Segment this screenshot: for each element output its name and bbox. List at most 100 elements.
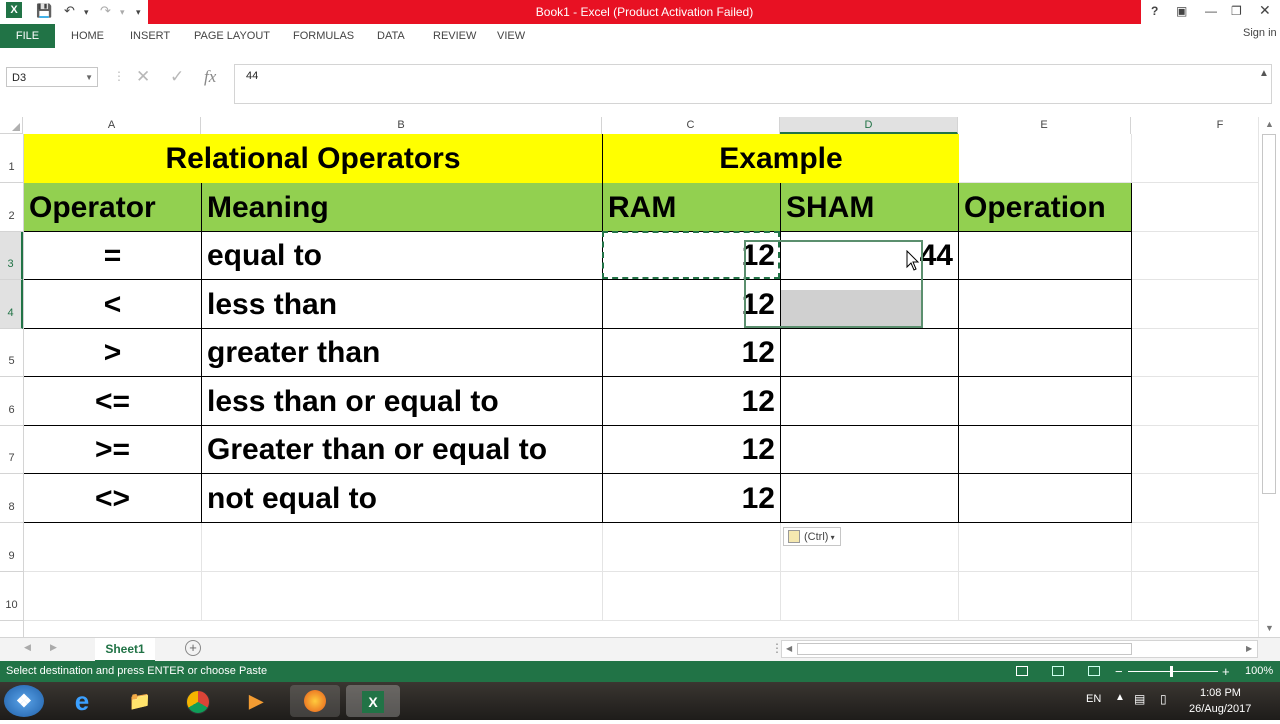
language-indicator[interactable]: EN [1086,693,1101,705]
paste-options-button[interactable]: (Ctrl) ▾ [783,527,841,546]
enter-icon[interactable]: ✓ [170,67,184,87]
tab-home[interactable]: HOME [71,24,104,48]
redo-dropdown-icon[interactable]: ▾ [120,7,125,18]
scroll-left-icon[interactable]: ◀ [786,644,792,653]
tab-file[interactable]: FILE [0,24,55,48]
formula-input[interactable]: 44 [234,64,1272,104]
operation-cell[interactable] [959,329,1132,377]
minimize-icon[interactable]: — [1205,4,1217,18]
next-sheet-icon[interactable]: ▶ [50,642,57,653]
cell-f5[interactable] [1132,329,1258,377]
operator-cell[interactable]: <> [24,474,202,523]
column-header-e[interactable]: E [958,117,1131,134]
operation-cell[interactable] [959,280,1132,329]
zoom-slider[interactable] [1128,671,1218,672]
cell-f7[interactable] [1132,426,1258,474]
meaning-cell[interactable]: less than [202,280,603,329]
file-explorer-icon[interactable]: 📁 [120,685,160,717]
name-box-dropdown-icon[interactable]: ▼ [85,68,93,88]
show-hidden-icons-icon[interactable]: ▲ [1115,692,1125,703]
internet-explorer-icon[interactable]: e [62,685,102,717]
tab-review[interactable]: REVIEW [433,24,476,48]
worksheet-grid[interactable]: Relational Operators Example Operator Me… [24,134,1258,637]
row-header-2[interactable]: 2 [0,183,23,232]
collapse-formula-bar-icon[interactable]: ▲ [1259,68,1269,79]
firefox-icon[interactable] [290,685,340,717]
sham-cell[interactable] [781,329,959,377]
scroll-up-icon[interactable]: ▲ [1265,119,1274,129]
page-break-view-icon[interactable] [1088,666,1100,676]
cell-e10[interactable] [959,572,1132,621]
operation-cell[interactable] [959,426,1132,474]
row-header-4[interactable]: 4 [0,280,23,329]
operation-cell[interactable] [959,377,1132,426]
undo-dropdown-icon[interactable]: ▾ [84,7,89,18]
row-header-10[interactable]: 10 [0,572,23,621]
horizontal-scrollbar[interactable]: ◀ ▶ [781,640,1258,658]
restore-icon[interactable]: ❐ [1231,4,1242,18]
cell-f3[interactable] [1132,232,1258,280]
cell-f1[interactable] [1132,134,1258,183]
media-player-icon[interactable]: ▶ [236,685,276,717]
ribbon-display-icon[interactable]: ▣ [1176,4,1187,18]
clock-date[interactable]: 26/Aug/2017 [1189,703,1251,715]
undo-icon[interactable]: ↶ [64,3,75,19]
cell-e1[interactable] [959,134,1132,183]
save-icon[interactable]: 💾 [36,3,52,19]
zoom-in-icon[interactable]: + [1222,661,1230,682]
insert-function-icon[interactable]: fx [204,67,216,87]
meaning-cell[interactable]: Greater than or equal to [202,426,603,474]
cell-f8[interactable] [1132,474,1258,523]
page-layout-view-icon[interactable] [1052,666,1064,676]
battery-icon[interactable]: ▯ [1160,692,1167,706]
ram-cell[interactable]: 12 [603,426,781,474]
cell-a10[interactable] [24,572,202,621]
operator-cell[interactable]: <= [24,377,202,426]
cell-c10[interactable] [603,572,781,621]
header-sham-cell[interactable]: SHAM [781,183,959,232]
header-ram-cell[interactable]: RAM [603,183,781,232]
ram-cell[interactable]: 12 [603,329,781,377]
close-icon[interactable]: ✕ [1259,2,1271,19]
help-icon[interactable]: ? [1151,4,1158,18]
header-operation-cell[interactable]: Operation [959,183,1132,232]
operator-cell[interactable]: < [24,280,202,329]
scroll-down-icon[interactable]: ▼ [1265,623,1274,633]
column-header-b[interactable]: B [201,117,602,134]
operation-cell[interactable] [959,474,1132,523]
cell-a9[interactable] [24,523,202,572]
new-sheet-icon[interactable]: + [185,640,201,656]
scroll-right-icon[interactable]: ▶ [1246,644,1252,653]
tab-data[interactable]: DATA [377,24,405,48]
cell-f6[interactable] [1132,377,1258,426]
cell-b9[interactable] [202,523,603,572]
operator-cell[interactable]: > [24,329,202,377]
header-example-cell[interactable]: Example [603,134,959,183]
cell-e9[interactable] [959,523,1132,572]
cell-f2[interactable] [1132,183,1258,232]
normal-view-icon[interactable] [1016,666,1028,676]
prev-sheet-icon[interactable]: ◀ [24,642,31,653]
tab-page-layout[interactable]: PAGE LAYOUT [194,24,270,48]
operation-cell[interactable] [959,232,1132,280]
tab-insert[interactable]: INSERT [130,24,170,48]
cell-c9[interactable] [603,523,781,572]
sham-cell[interactable] [781,377,959,426]
sham-cell[interactable] [781,426,959,474]
horizontal-scroll-thumb[interactable] [797,643,1132,655]
cell-d10[interactable] [781,572,959,621]
cancel-icon[interactable]: ✕ [136,67,150,87]
vertical-scroll-thumb[interactable] [1262,134,1276,494]
operator-cell[interactable]: = [24,232,202,280]
excel-taskbar-icon[interactable]: X [346,685,400,717]
tab-formulas[interactable]: FORMULAS [293,24,354,48]
row-header-1[interactable]: 1 [0,134,23,183]
meaning-cell[interactable]: not equal to [202,474,603,523]
meaning-cell[interactable]: greater than [202,329,603,377]
network-icon[interactable]: ▤ [1134,692,1145,706]
cell-f4[interactable] [1132,280,1258,329]
column-header-d[interactable]: D [780,117,958,134]
header-operator-cell[interactable]: Operator [24,183,202,232]
column-header-c[interactable]: C [602,117,780,134]
row-header-5[interactable]: 5 [0,329,23,377]
